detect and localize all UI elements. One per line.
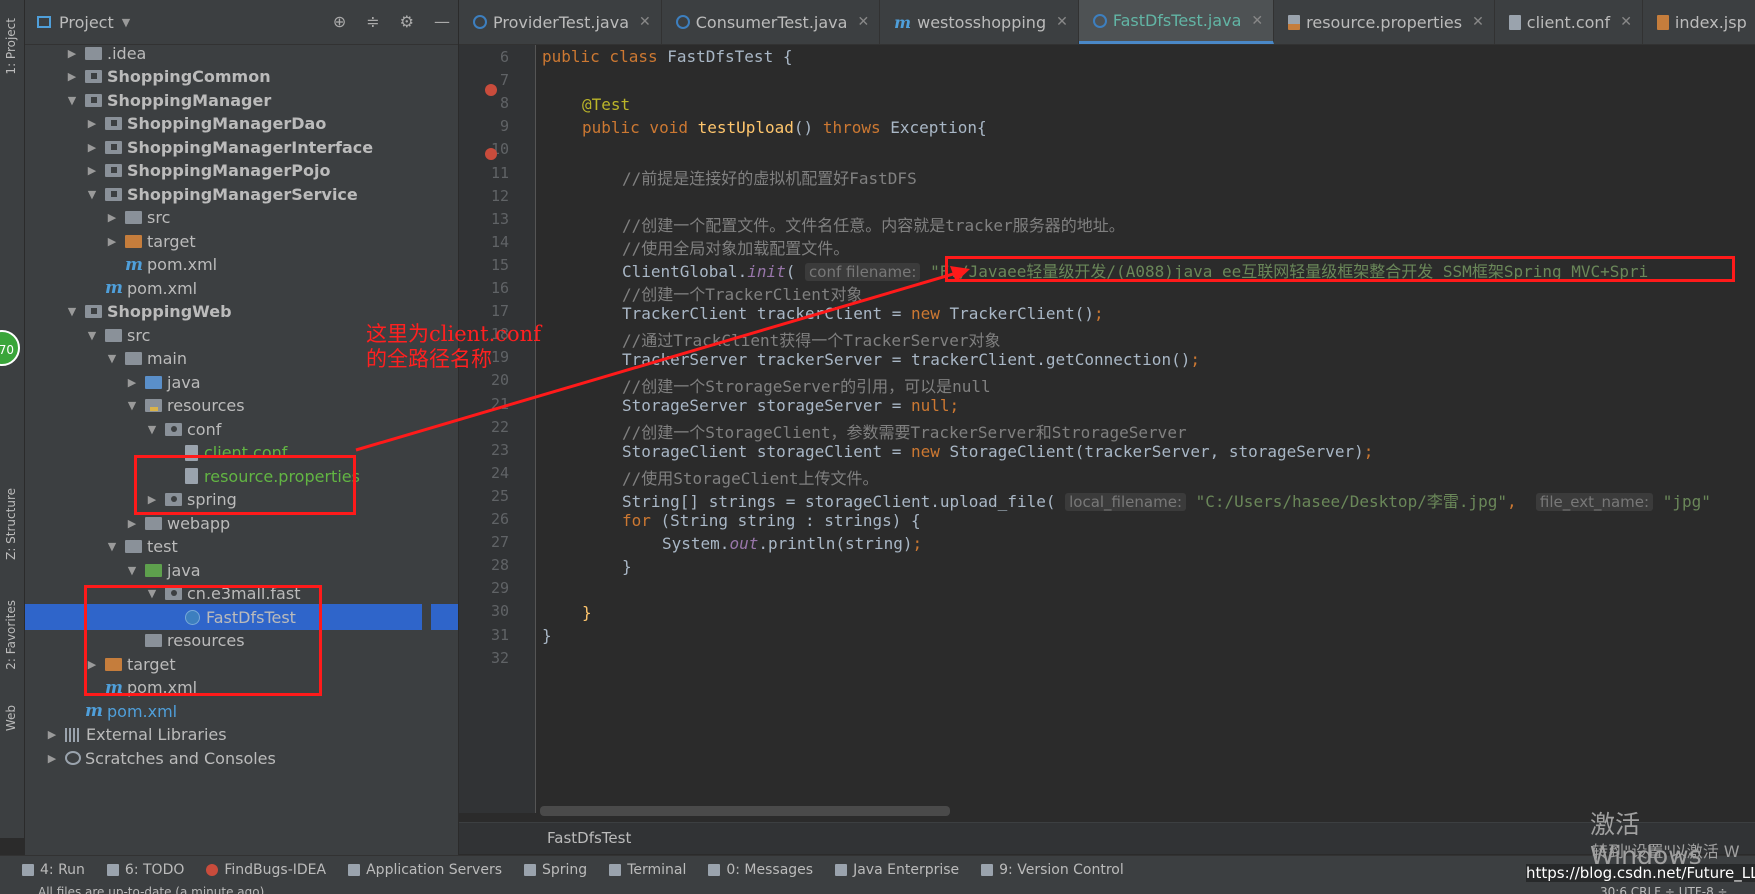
windows-watermark-subtitle: 转到"设置"以激活 W: [1592, 842, 1740, 861]
annotation-line-1: 这里为client.conf: [366, 322, 541, 346]
annotation-line-2: 的全路径名称: [366, 347, 492, 371]
annotation-arrow: [355, 266, 970, 452]
csdn-watermark: https://blog.csdn.net/Future_LL: [1526, 864, 1755, 882]
annotation-text: 这里为client.conf 的全路径名称: [366, 322, 541, 372]
